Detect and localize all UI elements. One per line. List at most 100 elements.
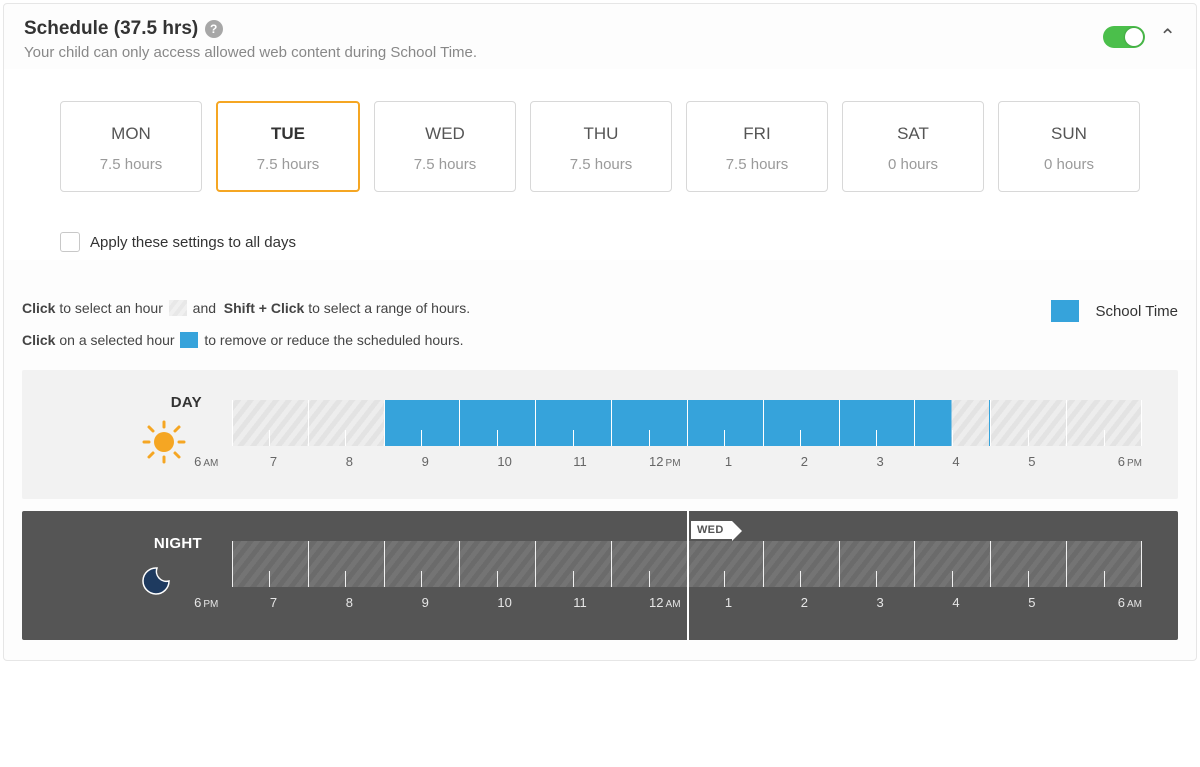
instr-text-1c: and: [193, 300, 216, 316]
hour-slot[interactable]: [459, 541, 535, 587]
day-card-sun[interactable]: SUN 0 hours: [998, 101, 1140, 192]
moon-icon: [142, 561, 182, 606]
hour-label: 1: [725, 454, 801, 469]
day-timeline-label: DAY: [22, 394, 202, 411]
instr-shiftclick: Shift + Click: [224, 300, 305, 316]
day-card-hours: 7.5 hours: [687, 156, 827, 173]
day-card-hours: 7.5 hours: [375, 156, 515, 173]
instructions-text: Click to select an hour and Shift + Clic…: [22, 300, 470, 348]
apply-all-row: Apply these settings to all days: [60, 232, 1140, 252]
hour-label: 5: [1028, 595, 1104, 610]
hour-slot[interactable]: [232, 400, 308, 446]
hour-label: 12PM: [649, 454, 725, 469]
hour-label: 6AM: [1118, 595, 1142, 610]
hour-label: 4: [952, 595, 1028, 610]
hour-slot[interactable]: [914, 400, 990, 446]
hour-label: 9: [422, 454, 498, 469]
hour-slot[interactable]: [839, 400, 915, 446]
hour-slot[interactable]: [384, 541, 460, 587]
hour-label: 11: [573, 595, 649, 610]
day-card-thu[interactable]: THU 7.5 hours: [530, 101, 672, 192]
hour-label: 3: [877, 595, 953, 610]
help-icon[interactable]: ?: [205, 20, 223, 38]
panel-title: Schedule (37.5 hrs): [24, 18, 198, 40]
hour-slot[interactable]: [308, 400, 384, 446]
hour-label: 6PM: [1118, 454, 1142, 469]
hour-slot[interactable]: [839, 541, 915, 587]
hour-slot[interactable]: [459, 400, 535, 446]
day-card-wed[interactable]: WED 7.5 hours: [374, 101, 516, 192]
night-timeline: NIGHT 6PM789101112AM123456AM WED: [22, 511, 1178, 640]
instr-text-2c: to remove or reduce the scheduled hours.: [204, 332, 463, 348]
day-card-label: THU: [531, 124, 671, 144]
panel-header-right: ⌃: [1103, 18, 1176, 49]
hour-label: 2: [801, 454, 877, 469]
day-card-hours: 7.5 hours: [61, 156, 201, 173]
day-card-label: SUN: [999, 124, 1139, 144]
day-card-mon[interactable]: MON 7.5 hours: [60, 101, 202, 192]
day-card-label: MON: [61, 124, 201, 144]
filled-hour-swatch-icon: [180, 332, 198, 348]
legend-swatch-icon: [1051, 300, 1079, 322]
day-card-label: SAT: [843, 124, 983, 144]
instructions: Click to select an hour and Shift + Clic…: [4, 260, 1196, 348]
hour-label: 3: [877, 454, 953, 469]
hour-slot[interactable]: [308, 541, 384, 587]
day-card-tue[interactable]: TUE 7.5 hours: [216, 101, 360, 192]
schedule-panel: Schedule (37.5 hrs) ? Your child can onl…: [3, 3, 1197, 661]
hour-slot[interactable]: [763, 400, 839, 446]
day-card-label: FRI: [687, 124, 827, 144]
day-card-label: WED: [375, 124, 515, 144]
instr-text-1e: to select a range of hours.: [308, 300, 470, 316]
hour-slot[interactable]: [232, 541, 308, 587]
hour-slot[interactable]: [535, 400, 611, 446]
enable-toggle[interactable]: [1103, 26, 1145, 48]
hour-label: 7: [270, 454, 346, 469]
hour-slot[interactable]: [687, 541, 763, 587]
hour-label: 1: [725, 595, 801, 610]
instr-text-2b: on a selected hour: [59, 332, 174, 348]
hour-slot[interactable]: [1066, 400, 1142, 446]
hour-slot[interactable]: [990, 541, 1066, 587]
instr-text-1b: to select an hour: [59, 300, 163, 316]
day-card-label: TUE: [218, 124, 358, 144]
hour-label: 2: [801, 595, 877, 610]
collapse-chevron-icon[interactable]: ⌃: [1159, 24, 1176, 49]
empty-hour-swatch-icon: [169, 300, 187, 316]
day-card-hours: 7.5 hours: [531, 156, 671, 173]
hour-slot[interactable]: [535, 541, 611, 587]
panel-subtitle: Your child can only access allowed web c…: [24, 44, 477, 61]
hour-slot[interactable]: [384, 400, 460, 446]
panel-header: Schedule (37.5 hrs) ? Your child can onl…: [4, 4, 1196, 69]
hour-label: 11: [573, 454, 649, 469]
day-timeline: DAY 6AM789101112PM123456PM: [22, 370, 1178, 499]
legend: School Time: [1051, 300, 1178, 322]
hour-label: 8: [346, 454, 422, 469]
hour-slot[interactable]: [914, 541, 990, 587]
day-track[interactable]: [232, 400, 1142, 446]
hour-slot[interactable]: [611, 400, 687, 446]
hour-slot[interactable]: [687, 400, 763, 446]
hour-label: 5: [1028, 454, 1104, 469]
apply-all-label: Apply these settings to all days: [90, 234, 296, 251]
day-card-hours: 0 hours: [843, 156, 983, 173]
hour-label: 10: [497, 595, 573, 610]
hour-label: 8: [346, 595, 422, 610]
hour-label: 7: [270, 595, 346, 610]
apply-all-checkbox[interactable]: [60, 232, 80, 252]
hour-slot[interactable]: [1066, 541, 1142, 587]
panel-title-wrap: Schedule (37.5 hrs) ? Your child can onl…: [24, 18, 477, 61]
hour-slot[interactable]: [763, 541, 839, 587]
next-day-tag: WED: [691, 521, 732, 539]
day-card-fri[interactable]: FRI 7.5 hours: [686, 101, 828, 192]
hour-slot[interactable]: [611, 541, 687, 587]
hour-label: 6AM: [194, 454, 270, 469]
instr-click-1: Click: [22, 300, 55, 316]
day-hour-labels: 6AM789101112PM123456PM: [232, 454, 1142, 469]
day-card-hours: 7.5 hours: [218, 156, 358, 173]
hour-label: 10: [497, 454, 573, 469]
day-card-sat[interactable]: SAT 0 hours: [842, 101, 984, 192]
legend-label: School Time: [1095, 303, 1178, 320]
hour-slot[interactable]: [990, 400, 1066, 446]
day-card-hours: 0 hours: [999, 156, 1139, 173]
